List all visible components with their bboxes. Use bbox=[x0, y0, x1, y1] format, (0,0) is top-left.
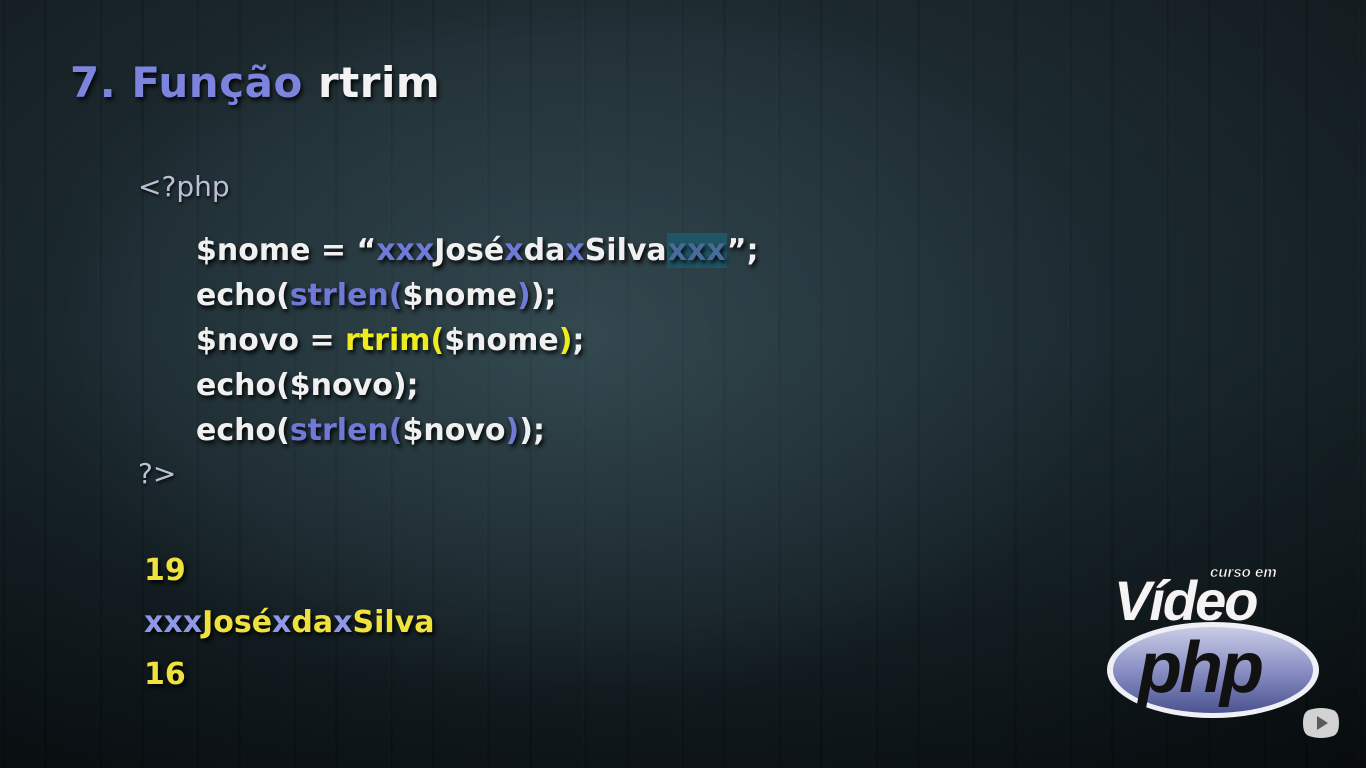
code-line-5-arg: $novo bbox=[402, 413, 506, 448]
title-number: 7. bbox=[70, 58, 117, 107]
code-line-1: $nome = “xxxJoséxdaxSilvaxxx”; bbox=[196, 228, 758, 273]
output-result-s4: da bbox=[291, 605, 334, 640]
code-line-1-end: ”; bbox=[726, 233, 759, 268]
code-line-3-fn: rtrim( bbox=[345, 323, 445, 358]
code-line-5: echo(strlen($novo)); bbox=[196, 408, 758, 453]
slide: 7. Função rtrim <?php $nome = “xxxJoséxd… bbox=[0, 0, 1366, 768]
title-function: rtrim bbox=[317, 58, 441, 107]
output-length-before: 19 bbox=[144, 553, 186, 588]
youtube-play-icon[interactable] bbox=[1301, 706, 1341, 740]
code-line-1-highlighted-x: xxx bbox=[666, 233, 727, 268]
curso-em-video-php-logo: curso em Vídeo php bbox=[1107, 564, 1319, 718]
php-close-tag: ?> bbox=[138, 457, 177, 490]
slide-title: 7. Função rtrim bbox=[70, 58, 440, 107]
code-block: $nome = “xxxJoséxdaxSilvaxxx”; echo(strl… bbox=[196, 228, 758, 453]
program-output: 19 xxxJoséxdaxSilva 16 bbox=[144, 545, 434, 701]
output-result-s1: xxx bbox=[144, 605, 203, 640]
code-line-1-var: $nome = “ bbox=[196, 233, 377, 268]
code-line-5-close-fn: ) bbox=[505, 413, 520, 448]
code-line-3-a: $novo = bbox=[196, 323, 346, 358]
code-line-2-fn: strlen( bbox=[289, 278, 403, 313]
code-line-4-a: echo($novo); bbox=[196, 368, 419, 403]
output-result-s5: x bbox=[333, 605, 353, 640]
output-result-s2: José bbox=[202, 605, 273, 640]
title-word: Função bbox=[131, 58, 303, 107]
output-result-s3: x bbox=[272, 605, 292, 640]
code-line-3-close-fn: ) bbox=[558, 323, 573, 358]
php-open-tag: <?php bbox=[138, 170, 230, 203]
code-line-4: echo($novo); bbox=[196, 363, 758, 408]
output-length-after: 16 bbox=[144, 657, 186, 692]
code-line-2-close-fn: ) bbox=[516, 278, 531, 313]
code-line-1-s1: xxx bbox=[376, 233, 435, 268]
code-line-1-s5: x bbox=[565, 233, 585, 268]
code-line-2-arg: $nome bbox=[402, 278, 517, 313]
code-line-3-arg: $nome bbox=[444, 323, 559, 358]
code-line-2-a: echo( bbox=[196, 278, 290, 313]
output-result-s6: Silva bbox=[352, 605, 435, 640]
code-line-3-end: ; bbox=[572, 323, 585, 358]
output-result: xxxJoséxdaxSilva bbox=[144, 597, 434, 649]
code-line-1-s4: da bbox=[523, 233, 566, 268]
code-line-2: echo(strlen($nome)); bbox=[196, 273, 758, 318]
code-line-2-end: ); bbox=[530, 278, 557, 313]
logo-php-text: php bbox=[1136, 628, 1262, 708]
code-line-3: $novo = rtrim($nome); bbox=[196, 318, 758, 363]
code-line-1-s6: Silva bbox=[584, 233, 667, 268]
code-line-5-end: ); bbox=[519, 413, 545, 448]
code-line-5-a: echo( bbox=[196, 413, 290, 448]
code-line-1-s2: José bbox=[434, 233, 505, 268]
logo-big-text: Vídeo bbox=[1114, 569, 1257, 632]
code-line-5-fn: strlen( bbox=[289, 413, 403, 448]
code-line-1-s3: x bbox=[504, 233, 524, 268]
